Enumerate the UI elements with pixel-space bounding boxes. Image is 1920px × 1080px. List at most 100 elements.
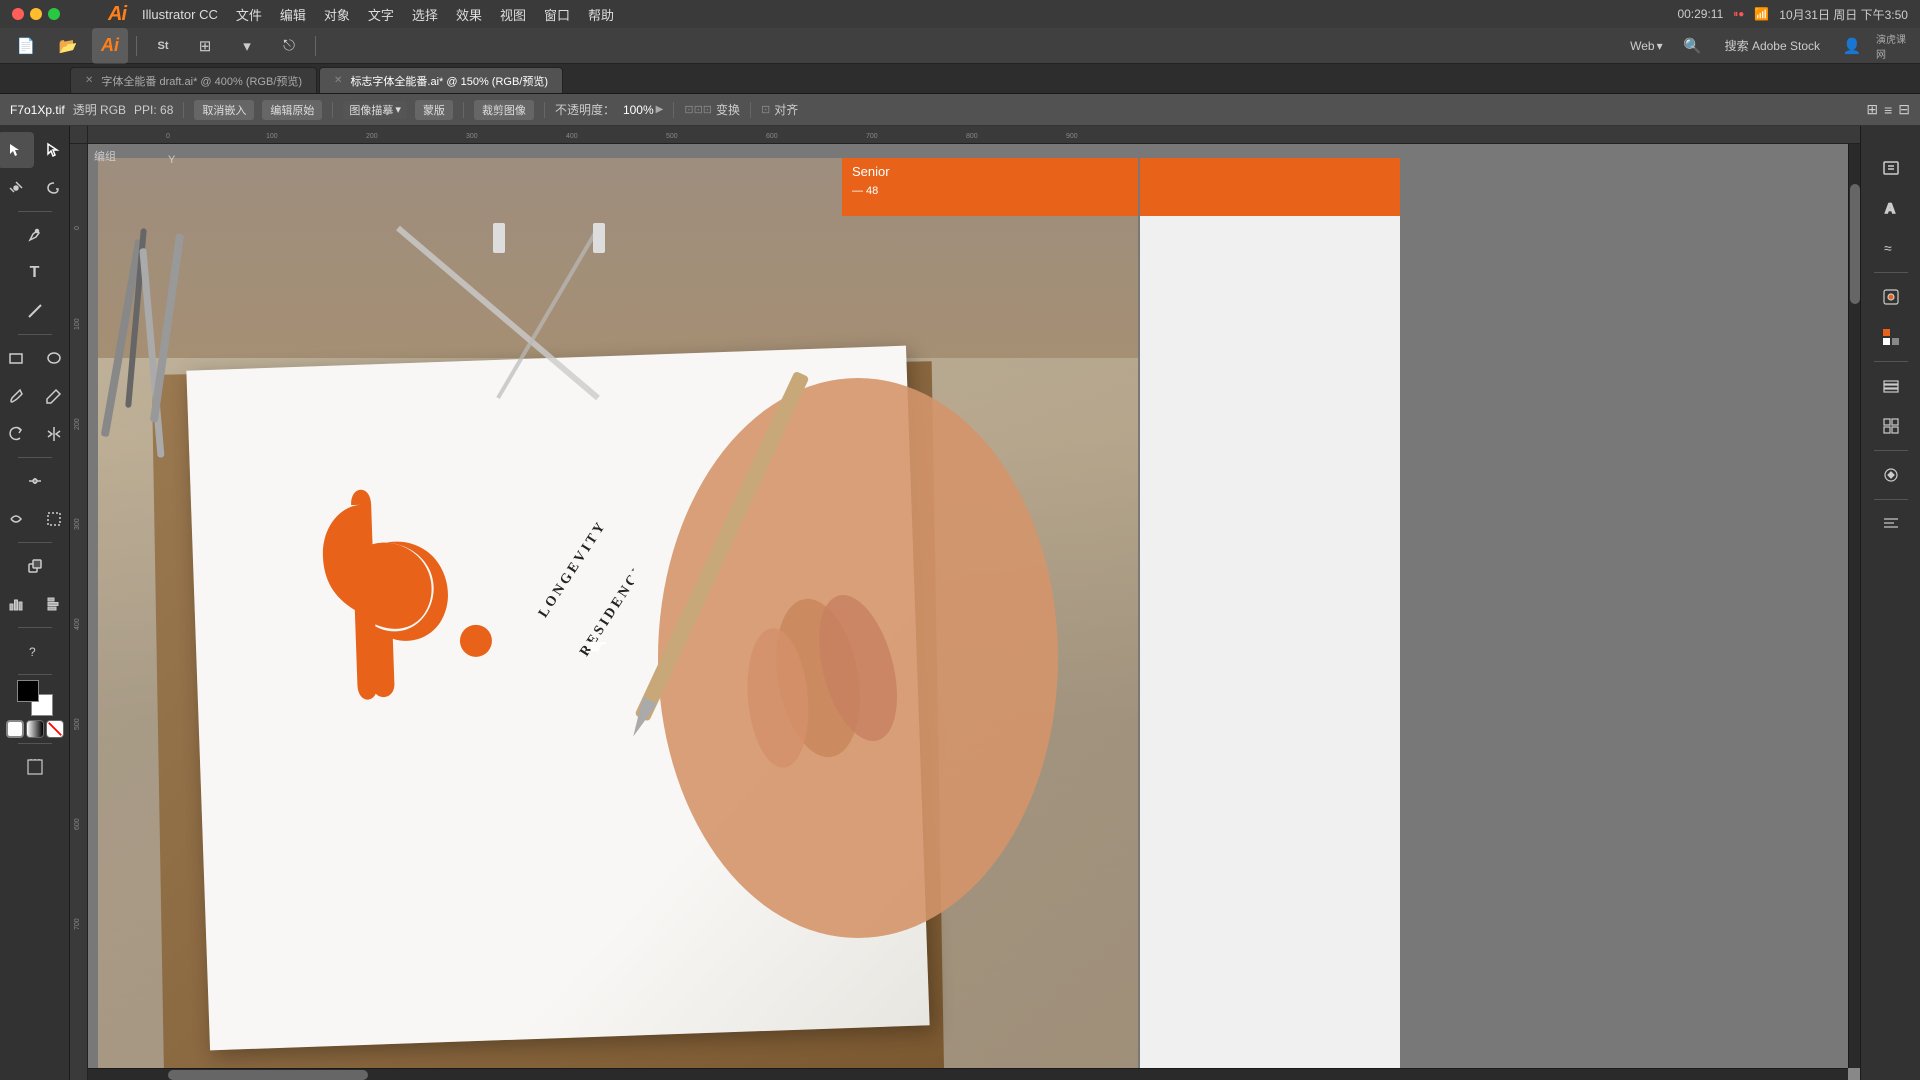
color-swatches[interactable] — [17, 680, 53, 716]
close-button[interactable] — [12, 8, 24, 20]
menu-window[interactable]: 窗口 — [536, 3, 578, 26]
list-view-btn[interactable]: ≡ — [1884, 102, 1892, 118]
color-btn[interactable] — [1873, 279, 1909, 315]
tab-1[interactable]: ✕ 字体全能番 draft.ai* @ 400% (RGB/预览) — [70, 67, 317, 93]
ppi-label: PPI: 68 — [134, 103, 173, 117]
bridge-icon[interactable]: St — [145, 28, 181, 64]
crop-btn[interactable]: 裁剪图像 — [474, 100, 534, 120]
ruler-horizontal: 0 100 200 300 400 500 600 700 800 900 — [88, 126, 1860, 144]
edit-original-btn[interactable]: 编辑原始 — [262, 100, 322, 120]
rotate-tool[interactable] — [0, 416, 34, 452]
scrollbar-horizontal[interactable] — [88, 1068, 1848, 1080]
scroll-thumb-vertical[interactable] — [1850, 184, 1860, 304]
profile-icon[interactable]: 👤 — [1834, 28, 1870, 64]
svg-text:600: 600 — [74, 818, 81, 830]
appearance-btn[interactable]: A — [1873, 190, 1909, 226]
mode-label: 透明 RGB — [73, 101, 126, 118]
ellipse-tool[interactable] — [36, 340, 71, 376]
layout-arrow[interactable]: ▾ — [229, 28, 265, 64]
tab-2[interactable]: ✕ 标志字体全能番.ai* @ 150% (RGB/预览) — [319, 67, 563, 93]
app-logo: Ai — [108, 3, 126, 26]
character-btn[interactable]: ≈ — [1873, 230, 1909, 266]
titlebar-right: 00:29:11 ⏸● 📶 10月31日 周日 下午3:50 — [1677, 6, 1908, 23]
svg-text:700: 700 — [74, 918, 81, 930]
sep5 — [18, 627, 52, 628]
artboard-tool[interactable] — [17, 749, 53, 785]
workspace-dropdown[interactable]: Web ▾ — [1624, 37, 1669, 55]
select-tool[interactable] — [0, 132, 34, 168]
none-mode[interactable] — [46, 720, 64, 738]
bar-graph-tool[interactable] — [36, 586, 71, 622]
foreground-color[interactable] — [17, 680, 39, 702]
column-graph-tool[interactable] — [0, 586, 34, 622]
opacity-value: 100% — [623, 103, 654, 117]
svg-text:400: 400 — [566, 133, 578, 140]
menu-object[interactable]: 对象 — [316, 3, 358, 26]
menu-file[interactable]: 文件 — [228, 3, 270, 26]
tabbar: ✕ 字体全能番 draft.ai* @ 400% (RGB/预览) ✕ 标志字体… — [0, 64, 1920, 94]
menu-effect[interactable]: 效果 — [448, 3, 490, 26]
cancel-embed-btn[interactable]: 取消嵌入 — [194, 100, 254, 120]
reflect-tool[interactable] — [36, 416, 71, 452]
lasso-tool[interactable] — [36, 170, 71, 206]
opacity-label: 不透明度： — [555, 101, 615, 118]
y-marker: Y — [168, 154, 175, 166]
wheel-icon[interactable]: ⎋ — [271, 28, 307, 64]
tab-close-1[interactable]: ✕ — [85, 75, 93, 86]
opacity-arrow[interactable]: ▶ — [656, 104, 664, 115]
menu-text[interactable]: 文字 — [360, 3, 402, 26]
tab-close-2[interactable]: ✕ — [334, 75, 342, 86]
menu-illustrator[interactable]: Illustrator CC — [134, 5, 226, 24]
scroll-thumb-horizontal[interactable] — [168, 1070, 368, 1080]
minimize-button[interactable] — [30, 8, 42, 20]
menu-edit[interactable]: 编辑 — [272, 3, 314, 26]
svg-text:200: 200 — [74, 418, 81, 430]
svg-text:?: ? — [29, 645, 36, 659]
maximize-button[interactable] — [48, 8, 60, 20]
canvas-area[interactable]: 0 100 200 300 400 500 600 700 800 900 0 … — [70, 126, 1860, 1080]
search-label[interactable]: 搜索 Adobe Stock — [1717, 35, 1828, 56]
gradient-mode[interactable] — [26, 720, 44, 738]
symbol-sprayer[interactable] — [17, 548, 53, 584]
rect-tool[interactable] — [0, 340, 34, 376]
align-panel-btn[interactable]: ⊡ 对齐 — [761, 101, 798, 118]
search-icon[interactable]: 🔍 — [1675, 28, 1711, 64]
artboards-btn[interactable] — [1873, 408, 1909, 444]
swatches-btn[interactable] — [1873, 319, 1909, 355]
grid-view-btn[interactable]: ⊞ — [1866, 101, 1878, 118]
properties-btn[interactable] — [1873, 150, 1909, 186]
ai-icon[interactable]: Ai — [92, 28, 128, 64]
image-trace-dropdown[interactable]: 图像描摹▾ — [343, 101, 407, 119]
transform-panel-btn[interactable]: ⊡⊡⊡ 变换 — [684, 101, 740, 118]
svg-text:300: 300 — [74, 518, 81, 530]
menu-view[interactable]: 视图 — [492, 3, 534, 26]
open-icon[interactable]: 📂 — [50, 28, 86, 64]
slice-tool[interactable]: ? — [17, 633, 53, 669]
cc-libraries-btn[interactable] — [1873, 457, 1909, 493]
direct-select-tool[interactable] — [36, 132, 71, 168]
pencil-tool[interactable] — [36, 378, 71, 414]
artboard-extension — [1140, 158, 1400, 1068]
scrollbar-vertical[interactable] — [1848, 144, 1860, 1068]
width-tool[interactable] — [17, 463, 53, 499]
magic-wand-tool[interactable] — [0, 170, 34, 206]
traffic-lights[interactable] — [12, 8, 60, 20]
free-transform-tool[interactable] — [36, 501, 71, 537]
svg-text:900: 900 — [1066, 133, 1078, 140]
layout-icon[interactable]: ⊞ — [187, 28, 223, 64]
new-doc-icon[interactable]: 📄 — [8, 28, 44, 64]
menu-help[interactable]: 帮助 — [580, 3, 622, 26]
menu-select[interactable]: 选择 — [404, 3, 446, 26]
pen-tool[interactable] — [17, 217, 53, 253]
text-tool[interactable]: T — [17, 255, 53, 291]
layers-btn[interactable] — [1873, 368, 1909, 404]
compass — [298, 218, 798, 418]
opacity-control[interactable]: 100% ▶ — [623, 103, 663, 117]
paintbrush-tool[interactable] — [0, 378, 34, 414]
warp-tool[interactable] — [0, 501, 34, 537]
panel-btn[interactable]: ⊟ — [1898, 101, 1910, 118]
normal-mode[interactable] — [6, 720, 24, 738]
mask-btn[interactable]: 蒙版 — [415, 100, 453, 120]
line-tool[interactable] — [17, 293, 53, 329]
align-panel-right-btn[interactable] — [1873, 506, 1909, 542]
